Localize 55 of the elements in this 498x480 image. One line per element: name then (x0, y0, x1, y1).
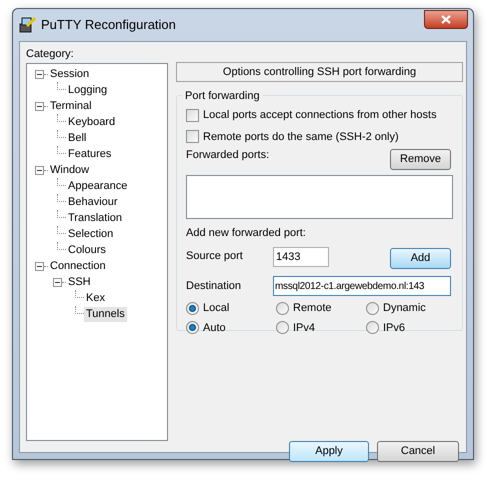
close-icon (441, 14, 451, 24)
tree-item[interactable]: Keyboard (66, 114, 118, 130)
radio-button[interactable] (186, 302, 199, 315)
radio-label: IPv6 (383, 320, 406, 336)
destination-label: Destination (186, 278, 242, 294)
radio-label: Remote (293, 301, 332, 316)
radio-button[interactable] (366, 302, 379, 315)
panel-header: Options controlling SSH port forwarding (176, 62, 463, 82)
add-button[interactable]: Add (390, 248, 451, 269)
tree-item[interactable]: Session (48, 66, 92, 82)
radio-label: IPv4 (293, 320, 316, 336)
tree-item[interactable]: Bell (66, 130, 88, 146)
checkbox-label: Remote ports do the same (SSH-2 only) (203, 130, 399, 144)
collapse-icon[interactable] (35, 70, 44, 78)
tree-item[interactable]: Colours (66, 242, 108, 258)
tree-item[interactable]: Terminal (48, 98, 94, 114)
checkbox[interactable] (186, 108, 199, 122)
tree-item[interactable]: Kex (84, 290, 107, 306)
add-port-label: Add new forwarded port: (186, 226, 307, 240)
tree-item[interactable]: Window (48, 162, 92, 178)
radio-label: Auto (203, 320, 226, 336)
destination-field[interactable]: mssql2012-c1.argewebdemo.nl:143 (273, 276, 451, 296)
collapse-icon[interactable] (35, 102, 44, 110)
dialog-button[interactable]: Apply (289, 441, 369, 462)
remove-button[interactable]: Remove (390, 148, 451, 170)
radio-label: Local (203, 301, 230, 316)
collapse-icon[interactable] (35, 166, 44, 174)
dialog-button[interactable]: Cancel (377, 441, 459, 462)
forwarded-ports-list[interactable] (186, 174, 453, 218)
window-title: PuTTY Reconfiguration (41, 16, 176, 34)
computer-key-icon (19, 16, 37, 34)
source-port-label: Source port (186, 249, 244, 264)
category-label: Category: (26, 47, 75, 62)
forwarded-ports-label: Forwarded ports: (186, 148, 270, 163)
tree-item[interactable]: Appearance (66, 178, 130, 194)
tree-item[interactable]: Translation (66, 210, 124, 226)
checkbox-label: Local ports accept connections from other hosts (203, 108, 437, 123)
source-port-field[interactable]: 1433 (273, 246, 329, 266)
close-button[interactable] (424, 10, 468, 28)
collapse-icon[interactable] (35, 262, 44, 270)
tree-item[interactable]: Tunnels (84, 306, 127, 322)
radio-label: Dynamic (383, 301, 426, 316)
tree-item[interactable]: Behaviour (66, 194, 120, 210)
group-title: Port forwarding (182, 88, 263, 104)
radio-button[interactable] (276, 321, 289, 334)
radio-button[interactable] (276, 302, 289, 315)
tree-item[interactable]: Logging (66, 82, 110, 98)
tree-item[interactable]: Connection (48, 258, 108, 274)
tree-item[interactable]: SSH (66, 274, 93, 290)
collapse-icon[interactable] (53, 278, 62, 286)
radio-button[interactable] (366, 321, 379, 334)
tree-item[interactable]: Selection (66, 226, 116, 242)
checkbox[interactable] (186, 130, 199, 144)
radio-button[interactable] (186, 321, 199, 334)
tree-item[interactable]: Features (66, 146, 114, 162)
